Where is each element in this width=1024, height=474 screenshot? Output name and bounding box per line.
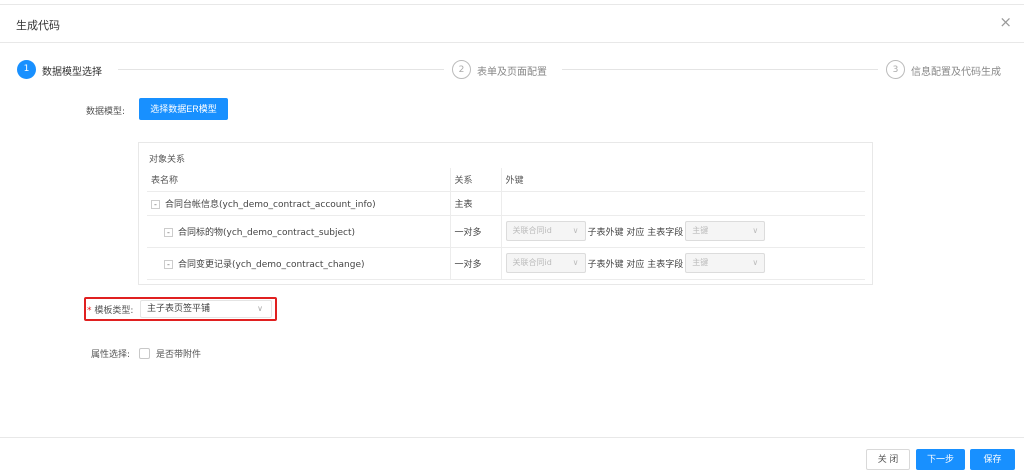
step-connector [562,69,878,70]
attachment-checkbox[interactable] [139,348,150,359]
relation-cell: 主表 [449,191,501,216]
dialog-header: 生成代码 × [0,5,1024,43]
header-relation: 关系 [449,168,501,192]
template-type-value: 主子表页签平铺 [147,304,211,314]
header-table-name: 表名称 [147,168,450,192]
mapping-text: 子表外键 对应 主表字段 [587,259,684,270]
close-icon[interactable]: × [999,14,1012,30]
foreign-key-select[interactable]: 关联合同id ∨ [505,253,586,273]
attachment-checkbox-label: 是否带附件 [156,350,202,360]
object-relations-panel: 对象关系 表名称 关系 外键 - 合同台帐信息(ych_demo_contract… [138,142,873,285]
collapse-icon[interactable]: - [164,259,173,269]
chevron-down-icon: ∨ [752,258,759,267]
primary-key-select[interactable]: 主键 ∨ [685,221,766,241]
step-1-number: 1 [17,60,36,79]
required-mark: * [87,306,92,316]
step-2-number: 2 [452,60,471,79]
foreign-key-cell: 关联合同id ∨ 子表外键 对应 主表字段 主键 ∨ [500,247,865,280]
table-row: - 合同台帐信息(ych_demo_contract_account_info) … [147,191,865,216]
dialog-footer: 关 闭 下一步 保存 [0,437,1024,474]
foreign-key-select[interactable]: 关联合同id ∨ [505,221,586,241]
primary-key-select[interactable]: 主键 ∨ [685,253,766,273]
dialog-title: 生成代码 [16,19,60,32]
primary-key-select-value: 主键 [692,226,709,235]
step-1-label: 数据模型选择 [42,67,102,78]
table-name: 合同台帐信息(ych_demo_contract_account_info) [165,199,376,210]
chevron-down-icon: ∨ [257,304,263,313]
foreign-key-select-value: 关联合同id [512,226,552,235]
collapse-icon[interactable]: - [151,199,160,209]
mapping-text: 子表外键 对应 主表字段 [587,227,684,238]
attribute-label: 属性选择: [91,350,131,360]
data-model-label: 数据模型: [86,107,126,117]
foreign-key-cell [500,191,865,216]
chevron-down-icon: ∨ [572,258,579,267]
table-row: - 合同变更记录(ych_demo_contract_change) 一对多 关联… [147,247,865,280]
object-relations-title: 对象关系 [149,155,186,165]
next-step-button[interactable]: 下一步 [916,449,965,470]
close-button[interactable]: 关 闭 [866,449,910,470]
header-foreign-key: 外键 [500,168,865,192]
table-name: 合同标的物(ych_demo_contract_subject) [178,227,356,238]
template-type-select[interactable]: 主子表页签平铺 ∨ [140,300,272,318]
chevron-down-icon: ∨ [572,226,579,235]
step-connector [118,69,444,70]
foreign-key-select-value: 关联合同id [512,258,552,267]
template-type-label: * 模板类型: [87,303,133,316]
relations-table: 表名称 关系 外键 - 合同台帐信息(ych_demo_contract_acco… [147,168,865,280]
save-button[interactable]: 保存 [970,449,1015,470]
steps: 1 数据模型选择 2 表单及页面配置 3 信息配置及代码生成 [0,59,1024,83]
chevron-down-icon: ∨ [752,226,759,235]
foreign-key-cell: 关联合同id ∨ 子表外键 对应 主表字段 主键 ∨ [500,215,865,248]
table-name: 合同变更记录(ych_demo_contract_change) [178,259,365,270]
step-3-number: 3 [886,60,905,79]
relation-cell: 一对多 [449,215,501,248]
primary-key-select-value: 主键 [692,258,709,267]
template-type-label-text: 模板类型: [94,306,134,316]
relation-cell: 一对多 [449,247,501,280]
collapse-icon[interactable]: - [164,227,173,237]
step-3-label: 信息配置及代码生成 [911,67,1001,78]
generate-code-dialog: 生成代码 × 1 数据模型选择 2 表单及页面配置 3 信息配置及代码生成 数据… [0,4,1024,474]
step-2-label: 表单及页面配置 [477,67,547,78]
table-row: - 合同标的物(ych_demo_contract_subject) 一对多 关联… [147,215,865,248]
select-er-model-button[interactable]: 选择数据ER模型 [139,98,228,120]
